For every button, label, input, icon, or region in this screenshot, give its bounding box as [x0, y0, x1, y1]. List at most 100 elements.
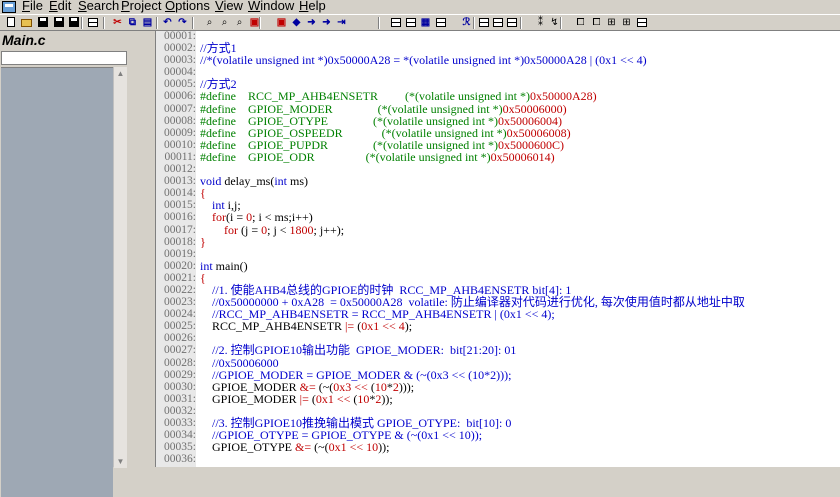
menu-label: roject: [129, 0, 162, 13]
menu-mnemonic: F: [22, 0, 30, 13]
sync-icon[interactable]: ⁑: [534, 16, 547, 29]
grid-icon[interactable]: [635, 16, 648, 29]
menu-label: iew: [223, 0, 243, 13]
code-token: 0x1 << 4: [361, 319, 405, 334]
find-next-icon[interactable]: ⌕: [218, 16, 231, 29]
code-token: |=: [299, 391, 312, 406]
menu-options[interactable]: Options: [165, 0, 210, 13]
toolbar-separator: [473, 17, 475, 29]
symbol-list[interactable]: [1, 67, 113, 497]
code-token: main(): [215, 258, 248, 273]
code-token: delay_ms(: [224, 174, 275, 189]
code-token: (j =: [241, 222, 262, 237]
code-line[interactable]: 00036:: [156, 453, 840, 465]
project-window-icon[interactable]: [404, 16, 417, 29]
code-token: 1800: [289, 222, 314, 237]
book-icon[interactable]: ▦: [419, 16, 432, 29]
paste-icon[interactable]: ▤: [141, 16, 154, 29]
copy-icon[interactable]: ⧉: [126, 16, 139, 29]
menu-file[interactable]: File: [22, 0, 43, 13]
menu-view[interactable]: View: [215, 0, 243, 13]
toolbar-separator: [103, 17, 105, 29]
save-all-icon[interactable]: [52, 16, 65, 29]
layout-2-icon[interactable]: [477, 16, 490, 29]
line-number: 00034:: [164, 429, 196, 442]
code-area[interactable]: 00001: 00002://方式1 00003://*(volatile unsi…: [156, 31, 840, 465]
redo-icon[interactable]: ↷: [176, 16, 189, 29]
new-file-icon[interactable]: [4, 16, 17, 29]
back-icon[interactable]: ◆: [290, 16, 303, 29]
code-line[interactable]: 00019:: [156, 248, 840, 260]
layout-4-icon[interactable]: [505, 16, 518, 29]
cut-icon[interactable]: ✂: [111, 16, 124, 29]
code-token: &=: [295, 440, 315, 455]
code-line[interactable]: 00003: //*(volatile unsigned int *)0x5000…: [156, 54, 840, 66]
save-icon[interactable]: [36, 16, 49, 29]
line-number: 00017:: [164, 223, 196, 236]
undo-icon[interactable]: ↶: [161, 16, 174, 29]
menu-label: ile: [29, 0, 43, 13]
close-icon[interactable]: [67, 16, 80, 29]
code-line[interactable]: 00018:}: [156, 236, 840, 248]
scroll-up-icon[interactable]: ▲: [114, 67, 127, 80]
code-text: }: [200, 236, 206, 248]
code-line[interactable]: 00031: GPIOE_MODER |= (0x1 << (10*2));: [156, 393, 840, 405]
code-line[interactable]: 00004:: [156, 66, 840, 78]
menu-label: earch: [86, 0, 120, 13]
line-number: 00005:: [164, 78, 196, 91]
relation-window-icon[interactable]: [389, 16, 402, 29]
line-number: 00032:: [164, 404, 196, 417]
line-number: 00008:: [164, 114, 196, 127]
graph-icon[interactable]: ⧠: [590, 16, 603, 29]
menu-search[interactable]: Search: [78, 0, 119, 13]
layout-1-icon[interactable]: ℛ: [460, 16, 473, 29]
forward-icon[interactable]: ➜: [305, 16, 318, 29]
line-number: 00004:: [164, 66, 196, 79]
find-files-icon[interactable]: ⌕: [233, 16, 246, 29]
code-editor[interactable]: 00001: 00002://方式1 00003://*(volatile unsi…: [156, 31, 840, 467]
find-icon[interactable]: ⌕: [203, 16, 216, 29]
menu-label: elp: [308, 0, 326, 13]
toolbar-separator: [192, 17, 194, 29]
code-line[interactable]: 00001:: [156, 31, 840, 42]
menu-edit[interactable]: Edit: [49, 0, 71, 13]
code-line[interactable]: 00011: #define GPIOE_ODR (*(volatile unsi…: [156, 151, 840, 163]
code-line[interactable]: 00017: for (j = 0; j < 1800; j++);: [156, 222, 840, 237]
open-file-icon[interactable]: [20, 16, 33, 29]
menu-help[interactable]: Help: [299, 0, 326, 13]
menu-mnemonic: W: [248, 0, 261, 13]
layout-3-icon[interactable]: [491, 16, 504, 29]
outline-icon[interactable]: ⊞: [605, 16, 618, 29]
code-text: int main(): [200, 260, 248, 272]
code-token: 0x50006014): [490, 149, 555, 164]
line-number: 00028:: [164, 356, 196, 369]
line-number: 00011:: [164, 150, 196, 163]
symbol-filter-input[interactable]: [1, 51, 127, 65]
scroll-down-icon[interactable]: ▼: [114, 455, 127, 468]
line-number: 00016:: [164, 211, 196, 224]
code-line[interactable]: 00013: void delay_ms(int ms): [156, 175, 840, 187]
line-number: 00033:: [164, 417, 196, 429]
table-icon[interactable]: ⊞: [620, 16, 633, 29]
menu-window[interactable]: Window: [248, 0, 294, 13]
menu-mnemonic: H: [299, 0, 309, 13]
code-line[interactable]: 00035: GPIOE_OTYPE &= (~(0x1 << 10));: [156, 441, 840, 453]
code-token: 10: [357, 391, 370, 406]
print-icon[interactable]: [86, 16, 99, 29]
menu-project[interactable]: Project: [121, 0, 161, 13]
jump-icon[interactable]: ➜: [320, 16, 333, 29]
browse-icon[interactable]: ⧠: [574, 16, 587, 29]
app-icon[interactable]: [2, 1, 16, 13]
code-text: GPIOE_MODER |= (0x1 << (10*2));: [200, 393, 393, 405]
code-line[interactable]: 00025: RCC_MP_AHB4ENSETR |= (0x1 << 4);: [156, 320, 840, 332]
code-line[interactable]: 00020: int main(): [156, 260, 840, 272]
bookmark-next-icon[interactable]: ▣: [275, 16, 288, 29]
line-number: 00029:: [164, 368, 196, 381]
symbol-window-icon[interactable]: ⇥: [335, 16, 348, 29]
context-icon[interactable]: [434, 16, 447, 29]
code-line[interactable]: 00014:{: [156, 187, 840, 199]
menu-mnemonic: S: [78, 0, 87, 13]
code-token: 0x1 <<: [315, 391, 354, 406]
line-number: 00014:: [164, 187, 196, 200]
sidebar-scrollbar[interactable]: ▲ ▼: [113, 67, 127, 468]
